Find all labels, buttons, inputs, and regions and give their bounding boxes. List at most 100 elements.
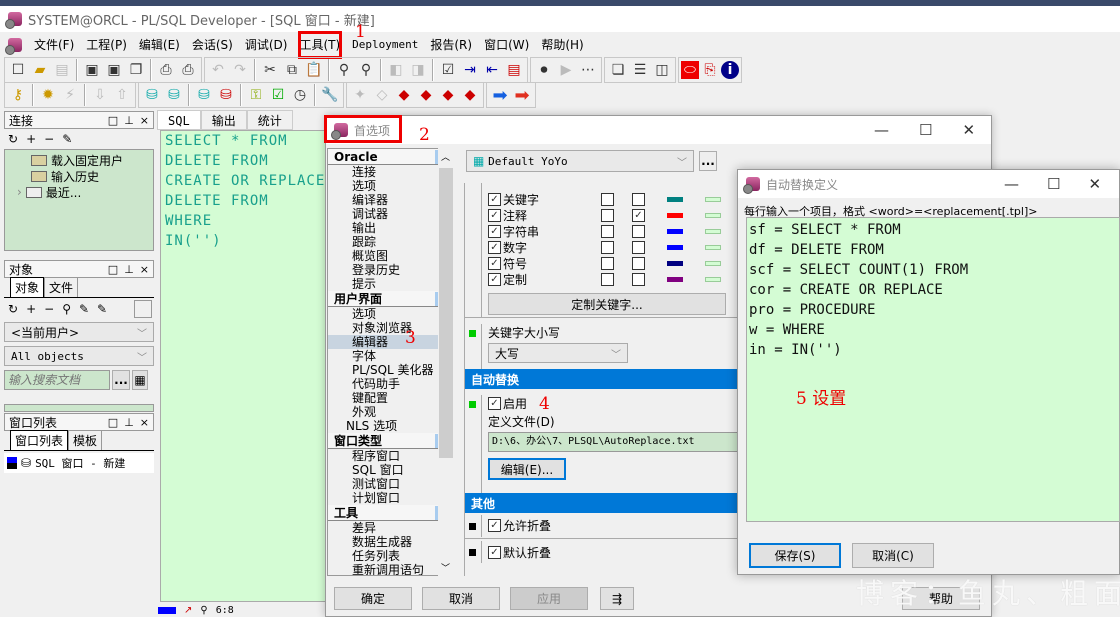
add-icon[interactable]: + (26, 302, 36, 316)
close-icon[interactable]: × (140, 263, 149, 276)
enabled-checkbox[interactable]: ✓ (488, 256, 501, 270)
text-color-swatch[interactable] (667, 212, 683, 218)
nav-item[interactable]: PL/SQL 美化器 (328, 363, 453, 377)
nav-item[interactable]: 提示 (328, 277, 453, 291)
find-icon[interactable]: ⚲ (333, 59, 355, 81)
nav-item[interactable]: SQL 窗口 (328, 463, 453, 477)
bold-checkbox[interactable] (601, 272, 614, 286)
nav-item[interactable]: 差异 (328, 521, 453, 535)
tab-templates[interactable]: 模板 (68, 430, 103, 450)
text-color-swatch[interactable] (667, 260, 683, 266)
next-arrow-icon[interactable]: ➡ (489, 84, 511, 106)
menu-file[interactable]: 文件(F) (28, 35, 80, 55)
color-box[interactable] (134, 300, 152, 318)
edit-button[interactable]: 编辑(E)... (488, 458, 566, 480)
text-color-swatch[interactable] (667, 244, 683, 250)
text-color-swatch[interactable] (667, 228, 683, 234)
nav-item[interactable]: 跟踪 (328, 235, 453, 249)
float-icon[interactable]: □ (108, 263, 118, 276)
pin-icon[interactable]: ⊥ (124, 416, 134, 429)
tree-item[interactable]: 输入历史 (5, 168, 153, 184)
tree-item[interactable]: › 最近... (5, 184, 153, 200)
tree-item[interactable]: 载入固定用户 (5, 152, 153, 168)
add-icon[interactable]: + (26, 132, 36, 146)
uppercase-icon[interactable]: ▤ (503, 59, 525, 81)
tab-output[interactable]: 输出 (200, 110, 247, 130)
break-icon[interactable]: ⚡ (59, 84, 81, 106)
bold-checkbox[interactable] (601, 192, 614, 206)
search-more-button[interactable]: ... (112, 370, 130, 390)
bold-checkbox[interactable] (601, 224, 614, 238)
object-list[interactable] (4, 404, 154, 412)
record-macro-icon[interactable]: ⏺ (533, 59, 555, 81)
nav-item[interactable]: 字体 (328, 349, 453, 363)
menu-session[interactable]: 会话(S) (186, 35, 239, 55)
menu-edit[interactable]: 编辑(E) (133, 35, 186, 55)
find-icon[interactable]: ⚲ (62, 302, 71, 316)
check-icon[interactable]: ☑ (437, 59, 459, 81)
nav-item[interactable]: 编辑器 (328, 335, 453, 349)
oracle-icon[interactable]: ⬭ (681, 61, 699, 79)
italic-checkbox[interactable] (632, 240, 645, 254)
menu-project[interactable]: 工程(P) (80, 35, 133, 55)
export-settings-icon[interactable]: ⇶ (600, 587, 634, 610)
nav-item[interactable]: 外观 (328, 405, 453, 419)
copy-icon[interactable]: ⧉ (281, 59, 303, 81)
float-icon[interactable]: □ (108, 416, 118, 429)
italic-checkbox[interactable] (632, 256, 645, 270)
enabled-checkbox[interactable]: ✓ (488, 240, 501, 254)
default-fold[interactable]: ✓ 默认折叠 (481, 541, 551, 563)
bold-checkbox[interactable] (601, 256, 614, 270)
load-icon[interactable]: ⇧ (111, 84, 133, 106)
user-combo[interactable]: <当前用户> ﹀ (4, 322, 154, 342)
book-prev-icon[interactable]: ◆ (459, 84, 481, 106)
tab-statistics[interactable]: 统计 (246, 110, 293, 130)
cancel-button[interactable]: 取消(C) (852, 543, 934, 568)
bold-checkbox[interactable] (601, 208, 614, 222)
expand-icon[interactable]: › (17, 185, 22, 199)
object-filter-combo[interactable]: All objects ﹀ (4, 346, 154, 366)
background-color-swatch[interactable] (705, 228, 721, 234)
nav-item[interactable]: 代码助手 (328, 377, 453, 391)
background-color-swatch[interactable] (705, 276, 721, 282)
background-color-swatch[interactable] (705, 260, 721, 266)
nav-section[interactable]: 窗口类型▼ (328, 433, 453, 449)
nav-item[interactable]: 对象浏览器 (328, 321, 453, 335)
allow-fold[interactable]: ✓ 允许折叠 (481, 514, 551, 537)
italic-checkbox[interactable]: ✓ (632, 208, 645, 222)
autoreplace-textarea[interactable]: sf = SELECT * FROM df = DELETE FROM scf = … (746, 217, 1120, 522)
minimize-icon[interactable]: — (1004, 175, 1019, 193)
enabled-checkbox[interactable]: ✓ (488, 272, 501, 286)
save-all-icon[interactable]: ❐ (125, 59, 147, 81)
tile-vertical-icon[interactable]: ◫ (651, 59, 673, 81)
book-red-icon[interactable]: ◆ (393, 84, 415, 106)
menu-reports[interactable]: 报告(R) (424, 35, 478, 55)
menu-help[interactable]: 帮助(H) (535, 35, 589, 55)
pdf-icon[interactable]: ⎘ (699, 59, 721, 81)
book-yellow-icon[interactable]: ◆ (415, 84, 437, 106)
nav-item[interactable]: 数据生成器 (328, 535, 453, 549)
test-icon[interactable]: ☑ (267, 84, 289, 106)
logon-icon[interactable]: ⚷ (7, 84, 29, 106)
print-icon[interactable]: ⎙ (155, 59, 177, 81)
unindent-icon[interactable]: ⇤ (481, 59, 503, 81)
nav-item[interactable]: 计划窗口 (328, 491, 453, 505)
remove-icon[interactable]: − (44, 132, 54, 146)
play-macro-icon[interactable]: ▶ (555, 59, 577, 81)
search-input[interactable] (4, 370, 110, 390)
nav-item[interactable]: NLS 选项 (328, 419, 453, 433)
redo-icon[interactable]: ↷ (229, 59, 251, 81)
text-color-swatch[interactable] (667, 276, 683, 282)
commit-icon[interactable]: ⛁ (193, 84, 215, 106)
maximize-icon[interactable]: ☐ (919, 121, 932, 139)
cancel-button[interactable]: 取消 (422, 587, 500, 610)
clear-icon[interactable]: ◇ (371, 84, 393, 106)
default-fold-checkbox[interactable]: ✓ (488, 545, 501, 559)
definition-file-input[interactable]: D:\6、办公\7、PLSQL\AutoReplace.txt (488, 432, 744, 452)
custom-keywords-button[interactable]: 定制关键字... (488, 293, 726, 315)
enable-autoreplace[interactable]: ✓ 启用 (488, 395, 744, 411)
apply-button[interactable]: 应用 (510, 587, 588, 610)
save-button[interactable]: 保存(S) (749, 543, 841, 568)
undo-icon[interactable]: ↶ (207, 59, 229, 81)
document-icon[interactable]: ▦ (132, 370, 148, 390)
